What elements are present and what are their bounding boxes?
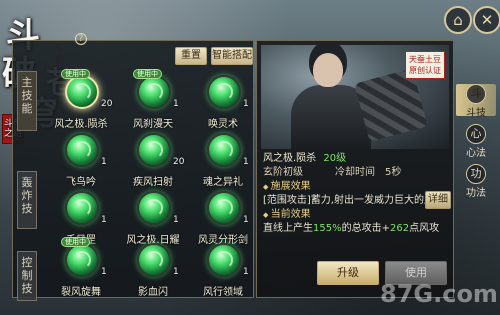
skill-icon <box>137 75 171 109</box>
detail-skill-name: 风之极.陨杀 <box>263 153 317 164</box>
skill-level: 20 <box>101 99 113 109</box>
detail-skill-title: 风之极.陨杀 20级 <box>263 151 346 166</box>
wind-swirl-icon <box>73 141 91 159</box>
wind-swirl-icon <box>145 83 163 101</box>
wind-swirl-icon <box>215 83 233 101</box>
upgrade-button[interactable]: 升级 <box>317 261 379 285</box>
effect-text: [范围攻击]蓄力,射出一发威力巨大的风弹 <box>263 195 444 206</box>
site-watermark: 87G.com <box>380 280 498 308</box>
wind-swirl-icon <box>145 141 163 159</box>
tab-cultivation[interactable]: 功 功法 <box>456 164 496 199</box>
wind-swirl-icon <box>215 141 233 159</box>
skill-name: 疾风扫射 <box>133 177 173 188</box>
wind-swirl-icon <box>145 199 163 217</box>
detail-skill-rank: 玄阶初级 <box>263 167 303 178</box>
skill-level: 20 <box>173 157 185 167</box>
skill-slot[interactable]: 1 影血闪 <box>125 243 181 305</box>
skill-icon <box>207 133 241 167</box>
skill-slot[interactable]: 1 飞鸟吟 <box>53 133 109 195</box>
skill-name: 裂风旋舞 <box>61 287 101 298</box>
skill-icon <box>65 75 99 109</box>
help-icon[interactable]: ? <box>75 33 87 45</box>
category-tab-main[interactable]: 主技能 <box>17 71 37 131</box>
wind-swirl-icon <box>215 199 233 217</box>
mind-method-icon: 心 <box>466 124 486 144</box>
skill-icon <box>137 133 171 167</box>
skill-icon <box>65 243 99 277</box>
skill-slot[interactable]: 20 疾风扫射 <box>125 133 185 195</box>
skill-level: 1 <box>101 215 107 225</box>
skill-level: 1 <box>243 99 249 109</box>
author-stamp: 天蚕土豆原创认证 <box>405 51 445 79</box>
current-effect-suffix: 点风攻 <box>409 223 440 234</box>
home-icon[interactable]: ⌂ <box>444 6 472 34</box>
skill-icon <box>137 243 171 277</box>
wind-swirl-icon <box>73 251 91 269</box>
skill-name: 魂之异礼 <box>203 177 243 188</box>
skill-name: 风刹漫天 <box>133 119 173 130</box>
skill-icon <box>137 191 171 225</box>
skill-slot[interactable]: 20 风之极.陨杀 使用中 <box>53 69 113 137</box>
skill-slot[interactable]: 1 风刹漫天 使用中 <box>125 69 181 137</box>
current-effect-mid: 的总攻击+ <box>341 223 390 234</box>
skill-level: 1 <box>243 267 249 277</box>
skill-level: 1 <box>173 215 179 225</box>
skill-slot[interactable]: 1 唤灵术 <box>195 75 251 137</box>
wind-swirl-icon <box>73 199 91 217</box>
current-effect-percent: 155% <box>313 223 342 234</box>
combat-skill-icon: 斗 <box>466 84 486 104</box>
tab-combat-skill-label: 斗技 <box>466 108 486 119</box>
close-icon[interactable]: ✕ <box>473 6 500 34</box>
tab-mind-method-label: 心法 <box>466 148 486 159</box>
detail-button[interactable]: 详细 <box>425 191 451 209</box>
skill-icon <box>65 133 99 167</box>
current-effect-text: 直线上产生155%的总攻击+262点风攻 <box>263 221 439 236</box>
skill-level: 1 <box>101 267 107 277</box>
cooldown-value: 5秒 <box>385 167 402 178</box>
current-effect-flat: 262 <box>389 223 410 234</box>
cooldown-label: 冷却时间 <box>335 167 375 178</box>
tab-cultivation-label: 功法 <box>466 188 486 199</box>
in-use-badge: 使用中 <box>133 69 162 79</box>
skill-name: 风行领域 <box>203 287 243 298</box>
skill-level: 1 <box>243 215 249 225</box>
skill-tree-panel: ? 主技能 轰炸技 控制技 重置 智能搭配 20 风之极.陨杀 使用中 1 风刹漫天 使用… <box>12 33 254 301</box>
current-effect-prefix: 直线上产生 <box>263 223 313 234</box>
skill-slot[interactable]: 1 风行领域 <box>195 243 251 305</box>
wind-swirl-icon <box>73 83 91 101</box>
category-tab-control[interactable]: 控制技 <box>17 251 37 301</box>
skill-detail-panel: 天蚕土豆原创认证 风之极.陨杀 20级 玄阶初级 冷却时间 5秒 施展效果 [范… <box>256 40 454 298</box>
skill-level: 1 <box>173 267 179 277</box>
tab-combat-skill[interactable]: 斗 斗技 <box>456 84 496 119</box>
smart-config-button[interactable]: 智能搭配 <box>211 47 253 65</box>
skill-icon <box>207 243 241 277</box>
skill-icon <box>65 191 99 225</box>
wind-swirl-icon <box>145 251 163 269</box>
skill-name: 风之极.陨杀 <box>54 119 108 130</box>
character-head <box>313 53 343 87</box>
skill-name: 唤灵术 <box>208 119 238 130</box>
character-portrait: 天蚕土豆原创认证 <box>261 45 449 149</box>
skill-name: 飞鸟吟 <box>66 177 96 188</box>
skill-icon <box>207 191 241 225</box>
skill-name: 影血闪 <box>138 287 168 298</box>
wind-swirl-icon <box>215 251 233 269</box>
skill-level: 1 <box>173 99 179 109</box>
in-use-badge: 使用中 <box>61 69 90 79</box>
skill-icon <box>207 75 241 109</box>
reset-button[interactable]: 重置 <box>175 47 207 65</box>
cultivation-icon: 功 <box>466 164 486 184</box>
skill-level: 1 <box>101 157 107 167</box>
skill-slot[interactable]: 1 魂之异礼 <box>195 133 251 195</box>
skill-level: 1 <box>243 157 249 167</box>
in-use-badge: 使用中 <box>61 237 90 247</box>
detail-skill-level: 20级 <box>323 153 347 164</box>
tab-mind-method[interactable]: 心 心法 <box>456 124 496 159</box>
skill-slot[interactable]: 1 裂风旋舞 使用中 <box>53 237 109 305</box>
category-tab-bombard[interactable]: 轰炸技 <box>17 171 37 229</box>
